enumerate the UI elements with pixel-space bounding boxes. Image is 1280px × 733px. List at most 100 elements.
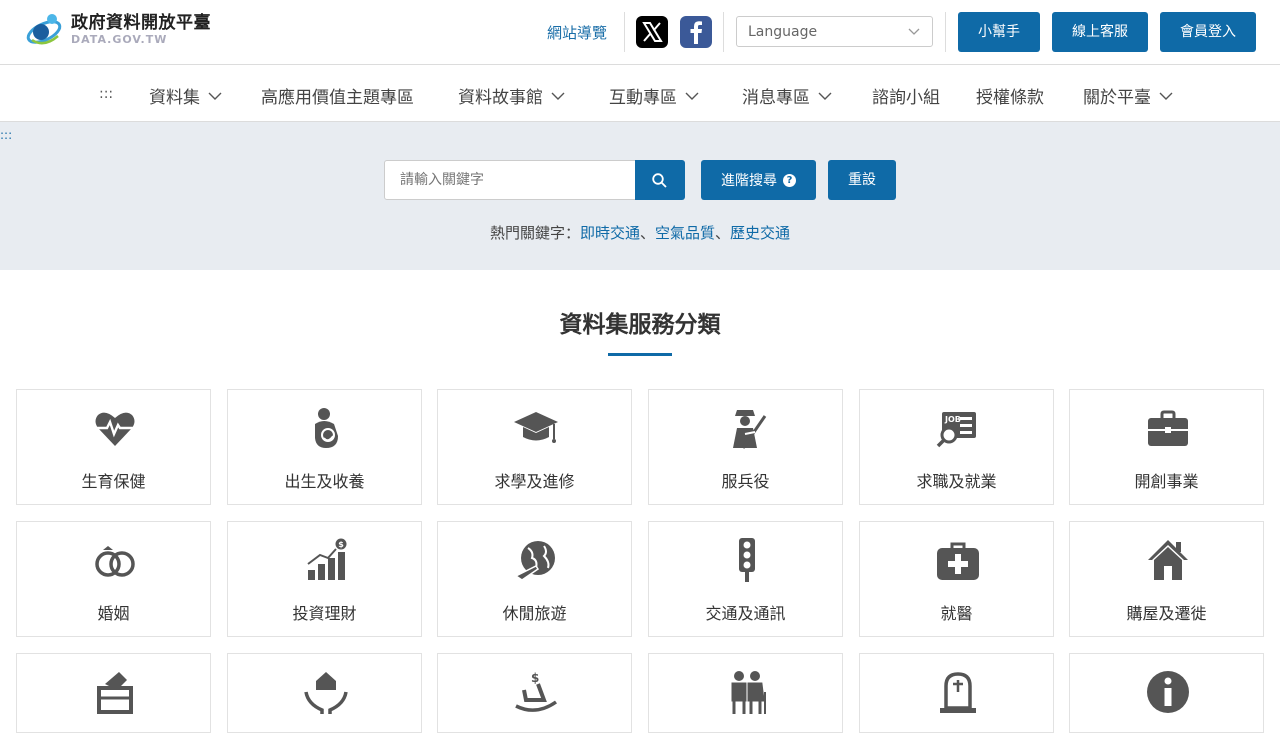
logo-icon xyxy=(26,14,62,45)
medical-kit-icon xyxy=(937,542,979,580)
logo-title: 政府資料開放平臺 xyxy=(71,13,211,33)
category-card[interactable]: 求學及進修 xyxy=(437,389,632,505)
facebook-icon[interactable] xyxy=(680,16,712,48)
nav-item-about[interactable]: 關於平臺 xyxy=(1083,83,1173,108)
site-logo[interactable]: 政府資料開放平臺 DATA.GOV.TW xyxy=(24,10,211,50)
nav-item-advisory[interactable]: 諮詢小組 xyxy=(872,83,940,108)
hot-keywords-label: 熱門關鍵字： xyxy=(489,224,580,242)
nav-item-label: 高應用價值主題專區 xyxy=(261,88,414,108)
category-label: 投資理財 xyxy=(292,604,357,623)
info-icon xyxy=(1147,671,1189,713)
divider xyxy=(723,12,724,52)
search-band: ::: 進階搜尋 ? 重設 熱門關鍵字：即時交通、空氣品質、歷史交通 xyxy=(0,122,1280,270)
category-card[interactable] xyxy=(1069,653,1264,733)
nav-accesskey[interactable]: ::: xyxy=(99,86,113,102)
category-label: 就醫 xyxy=(940,604,973,623)
hot-keyword-link[interactable]: 歷史交通 xyxy=(730,224,790,242)
nav-item-label: 資料集 xyxy=(149,88,200,108)
heart-pulse-icon xyxy=(95,412,135,446)
section-title: 資料集服務分類 xyxy=(559,312,721,338)
svg-text:$: $ xyxy=(338,540,344,549)
nav-item-high-value[interactable]: 高應用價值主題專區 xyxy=(261,83,414,108)
language-select-value: Language xyxy=(748,24,818,40)
chevron-down-icon xyxy=(1159,92,1173,100)
nav-item-label: 關於平臺 xyxy=(1083,88,1151,108)
nav-item-interactive[interactable]: 互動專區 xyxy=(609,83,699,108)
growth-chart-icon: $ xyxy=(307,538,347,580)
help-icon: ? xyxy=(783,173,796,187)
category-card[interactable]: $ 投資理財 xyxy=(227,521,422,637)
job-search-icon: JOB xyxy=(936,412,976,448)
category-card[interactable]: 休閒旅遊 xyxy=(437,521,632,637)
nav-item-news[interactable]: 消息專區 xyxy=(742,83,832,108)
elderly-icon xyxy=(731,671,766,714)
site-header: 政府資料開放平臺 DATA.GOV.TW 網站導覽 Language 小幫手 線… xyxy=(0,0,1280,65)
nav-item-label: 授權條款 xyxy=(976,88,1044,108)
section-underline xyxy=(608,353,672,356)
category-label: 休閒旅遊 xyxy=(502,604,567,623)
advanced-search-button[interactable]: 進階搜尋 ? xyxy=(701,160,816,200)
chevron-down-icon xyxy=(818,92,832,100)
category-card[interactable] xyxy=(859,653,1054,733)
soldier-icon xyxy=(733,410,767,449)
nav-item-label: 諮詢小組 xyxy=(872,88,940,108)
category-card[interactable]: 婚姻 xyxy=(16,521,211,637)
nav-item-license[interactable]: 授權條款 xyxy=(976,83,1044,108)
category-label: 服兵役 xyxy=(721,472,770,491)
search-input[interactable] xyxy=(384,160,636,200)
chevron-down-icon xyxy=(551,92,565,100)
category-card[interactable]: 服兵役 xyxy=(648,389,843,505)
svg-text:$: $ xyxy=(531,671,539,685)
nav-item-label: 資料故事館 xyxy=(458,88,543,108)
gravestone-icon xyxy=(940,672,976,713)
rings-icon xyxy=(95,546,135,577)
category-label: 求職及就業 xyxy=(916,472,997,491)
category-card[interactable]: 交通及通訊 xyxy=(648,521,843,637)
hot-keyword-link[interactable]: 即時交通 xyxy=(580,224,640,242)
category-label: 出生及收養 xyxy=(284,472,365,491)
house-icon xyxy=(1148,540,1188,580)
content-accesskey[interactable]: ::: xyxy=(0,128,12,142)
category-card[interactable] xyxy=(227,653,422,733)
globe-plane-icon xyxy=(514,541,555,581)
category-card[interactable]: JOB 求職及就業 xyxy=(859,389,1054,505)
search-icon xyxy=(652,173,667,188)
category-label: 購屋及遷徙 xyxy=(1126,604,1207,623)
main-nav: ::: 資料集 高應用價值主題專區 資料故事館 互動專區 消息專區 諮詢小組 授… xyxy=(0,66,1280,122)
hot-keyword-link[interactable]: 空氣品質 xyxy=(655,224,715,242)
category-card[interactable]: 生育保健 xyxy=(16,389,211,505)
category-label: 交通及通訊 xyxy=(705,604,786,623)
category-card[interactable]: 出生及收養 xyxy=(227,389,422,505)
category-card[interactable]: 開創事業 xyxy=(1069,389,1264,505)
graduation-cap-icon xyxy=(514,412,558,443)
language-select[interactable]: Language xyxy=(736,16,933,47)
online-service-button[interactable]: 線上客服 xyxy=(1052,12,1148,52)
member-login-button[interactable]: 會員登入 xyxy=(1160,12,1256,52)
category-card[interactable] xyxy=(648,653,843,733)
category-card[interactable]: $ xyxy=(437,653,632,733)
care-hands-icon xyxy=(304,672,348,714)
svg-text:JOB: JOB xyxy=(944,415,961,424)
sitemap-link[interactable]: 網站導覽 xyxy=(547,22,607,43)
baby-icon xyxy=(315,408,338,448)
category-card[interactable]: 購屋及遷徙 xyxy=(1069,521,1264,637)
chevron-down-icon xyxy=(908,28,920,35)
search-button[interactable] xyxy=(635,160,685,200)
category-card[interactable] xyxy=(16,653,211,733)
reset-button[interactable]: 重設 xyxy=(828,160,896,200)
category-label: 婚姻 xyxy=(97,604,130,623)
separator: 、 xyxy=(639,224,655,242)
category-card[interactable]: 就醫 xyxy=(859,521,1054,637)
nav-item-stories[interactable]: 資料故事館 xyxy=(458,83,565,108)
briefcase-icon xyxy=(1148,410,1188,446)
category-label: 生育保健 xyxy=(81,472,146,491)
helper-button[interactable]: 小幫手 xyxy=(958,12,1040,52)
logo-subtitle: DATA.GOV.TW xyxy=(71,33,168,46)
nav-item-datasets[interactable]: 資料集 xyxy=(149,83,222,108)
nav-item-label: 消息專區 xyxy=(742,88,810,108)
ballot-box-icon xyxy=(97,672,133,714)
traffic-light-icon xyxy=(739,538,755,582)
chevron-down-icon xyxy=(685,92,699,100)
rocking-chair-icon: $ xyxy=(515,671,558,712)
x-twitter-icon[interactable] xyxy=(636,16,668,48)
